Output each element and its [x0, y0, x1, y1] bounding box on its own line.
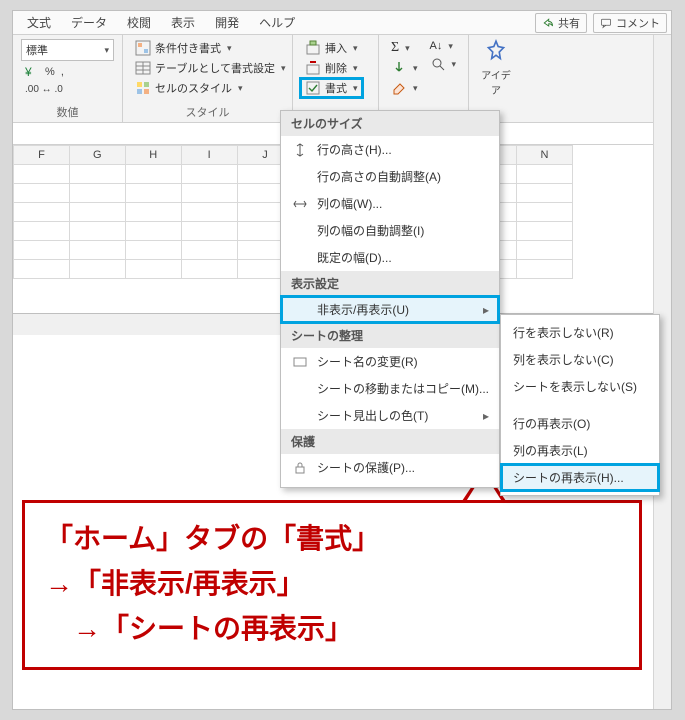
callout-line-1: 「ホーム」タブの「書式」: [45, 517, 619, 562]
submenu-arrow-icon: ▸: [483, 409, 489, 423]
lock-icon: [291, 461, 309, 475]
menu-tab-color[interactable]: シート見出しの色(T) ▸: [281, 402, 499, 429]
menu-header-visibility: 表示設定: [281, 271, 499, 296]
submenu-hide-row[interactable]: 行を表示しない(R): [501, 319, 659, 346]
format-menu: セルのサイズ 行の高さ(H)... 行の高さの自動調整(A) 列の幅(W)...…: [280, 110, 500, 488]
fill-icon: [391, 60, 407, 76]
submenu-unhide-col[interactable]: 列の再表示(L): [501, 437, 659, 464]
submenu-hide-sheet[interactable]: シートを表示しない(S): [501, 373, 659, 400]
callout-line-3: →「シートの再表示」: [45, 607, 619, 652]
menu-header-organize: シートの整理: [281, 323, 499, 348]
tab-dev[interactable]: 開発: [205, 14, 249, 31]
instruction-callout: 「ホーム」タブの「書式」 →「非表示/再表示」 →「シートの再表示」: [22, 500, 642, 670]
group-number: 標準 ¥ % , .00 ↔ .0 数値: [13, 35, 123, 122]
comment-label: コメント: [616, 15, 660, 31]
group-editing: Σ A↓: [379, 35, 469, 122]
decimal-buttons[interactable]: .00 ↔ .0: [21, 83, 114, 96]
cell-style-icon: [135, 80, 151, 96]
format-icon: [305, 80, 321, 96]
cell-styles-button[interactable]: セルのスタイル: [131, 79, 290, 97]
share-label: 共有: [558, 15, 580, 31]
tab-view[interactable]: 表示: [161, 14, 205, 31]
find-icon: [430, 56, 446, 72]
tab-review[interactable]: 校閲: [117, 14, 161, 31]
menu-protect-sheet[interactable]: シートの保護(P)...: [281, 454, 499, 481]
rename-icon: [291, 355, 309, 369]
insert-icon: [305, 40, 321, 56]
currency-icon: ¥: [25, 64, 41, 80]
number-format-dropdown[interactable]: 標準: [21, 39, 114, 61]
submenu-arrow-icon: ▸: [483, 303, 489, 317]
menu-row-height[interactable]: 行の高さ(H)...: [281, 136, 499, 163]
comment-button[interactable]: コメント: [593, 13, 667, 33]
format-as-table-button[interactable]: テーブルとして書式設定: [131, 59, 290, 77]
callout-line-2: →「非表示/再表示」: [45, 562, 619, 607]
col-header[interactable]: N: [517, 146, 573, 165]
menu-rename-sheet[interactable]: シート名の変更(R): [281, 348, 499, 375]
tab-help[interactable]: ヘルプ: [249, 14, 305, 31]
tab-data[interactable]: データ: [61, 14, 117, 31]
menu-auto-col-width[interactable]: 列の幅の自動調整(I): [281, 217, 499, 244]
menu-header-protect: 保護: [281, 429, 499, 454]
col-header[interactable]: I: [181, 146, 237, 165]
submenu-unhide-row[interactable]: 行の再表示(O): [501, 410, 659, 437]
insert-button[interactable]: 挿入: [301, 39, 362, 57]
fill-button[interactable]: [387, 59, 422, 77]
sort-filter-button[interactable]: A↓: [426, 39, 461, 53]
clear-icon: [391, 80, 407, 96]
submenu-unhide-sheet[interactable]: シートの再表示(H)...: [501, 464, 659, 491]
group-number-label: 数値: [21, 102, 114, 120]
currency-percent-comma[interactable]: ¥ % ,: [21, 63, 114, 81]
autosum-button[interactable]: Σ: [387, 39, 422, 57]
hide-unhide-submenu: 行を表示しない(R) 列を表示しない(C) シートを表示しない(S) 行の再表示…: [500, 314, 660, 496]
menu-col-width[interactable]: 列の幅(W)...: [281, 190, 499, 217]
conditional-format-button[interactable]: 条件付き書式: [131, 39, 290, 57]
group-cells: 挿入 削除 書式: [293, 35, 379, 122]
share-button[interactable]: 共有: [535, 13, 587, 33]
menu-hide-unhide[interactable]: 非表示/再表示(U) ▸: [281, 296, 499, 323]
tab-1[interactable]: 文式: [17, 14, 61, 31]
format-button[interactable]: 書式: [301, 79, 362, 97]
submenu-hide-col[interactable]: 列を表示しない(C): [501, 346, 659, 373]
menu-default-width[interactable]: 既定の幅(D)...: [281, 244, 499, 271]
col-header[interactable]: F: [14, 146, 70, 165]
menu-auto-row-height[interactable]: 行の高さの自動調整(A): [281, 163, 499, 190]
delete-icon: [305, 60, 321, 76]
cond-format-icon: [135, 40, 151, 56]
table-icon: [135, 60, 151, 76]
delete-button[interactable]: 削除: [301, 59, 362, 77]
ribbon-tabs: 文式 データ 校閲 表示 開発 ヘルプ 共有 コメント: [13, 11, 671, 35]
ideas-icon[interactable]: [483, 39, 509, 65]
col-header[interactable]: H: [125, 146, 181, 165]
menu-header-size: セルのサイズ: [281, 111, 499, 136]
group-styles: 条件付き書式 テーブルとして書式設定 セルのスタイル スタイル: [123, 35, 293, 122]
svg-text:¥: ¥: [25, 65, 32, 79]
group-styles-label: スタイル: [131, 102, 284, 120]
find-button[interactable]: [426, 55, 461, 73]
row-height-icon: [291, 143, 309, 157]
menu-move-copy[interactable]: シートの移動またはコピー(M)...: [281, 375, 499, 402]
clear-button[interactable]: [387, 79, 422, 97]
col-header[interactable]: G: [69, 146, 125, 165]
group-ideas: アイデア: [469, 35, 523, 122]
col-width-icon: [291, 197, 309, 211]
